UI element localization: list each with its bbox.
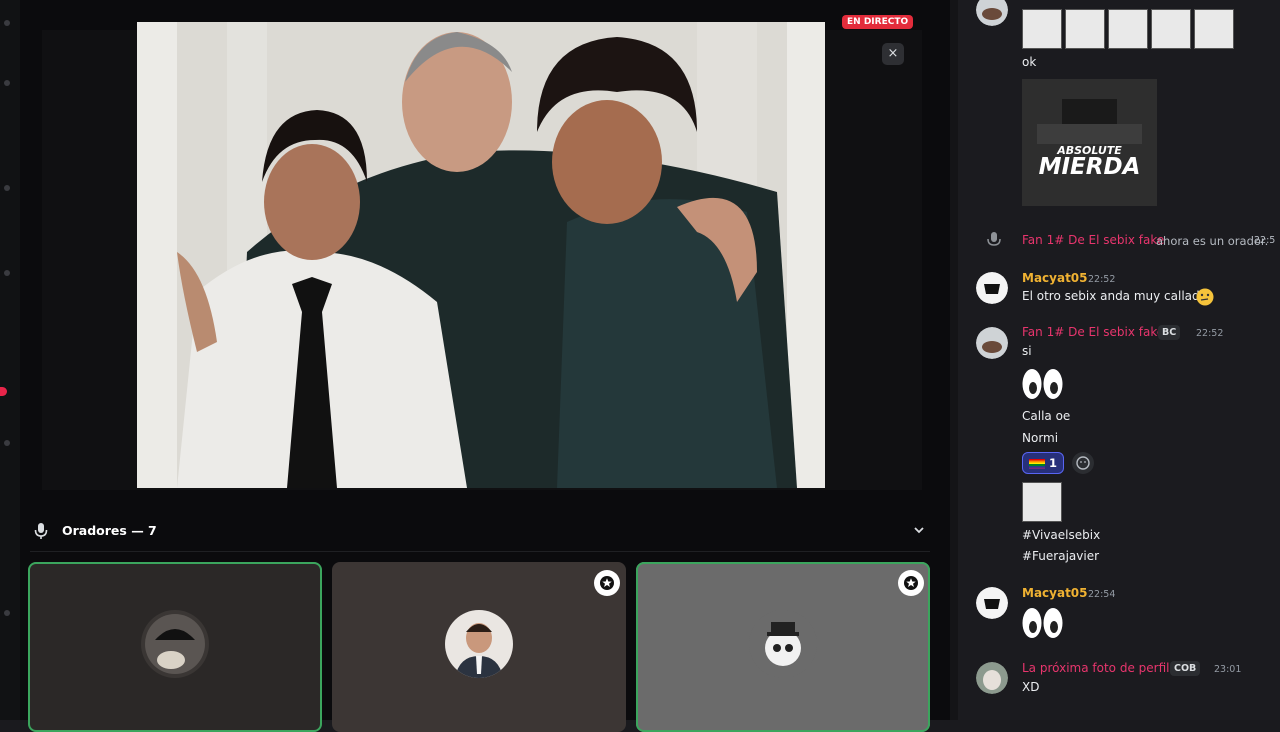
sticker-thumbnail[interactable] (1022, 9, 1062, 49)
sticker-art (1022, 79, 1157, 206)
system-username[interactable]: Fan 1# De El sebix fake (1022, 233, 1164, 247)
speaker-tile[interactable] (332, 562, 626, 732)
microphone-add-icon (986, 231, 1002, 253)
speaker-tile[interactable] (636, 562, 930, 732)
sticker-image[interactable]: ABSOLUTE MIERDA (1022, 79, 1157, 206)
reaction-count: 1 (1049, 456, 1058, 470)
close-video-button[interactable]: × (882, 43, 904, 65)
timestamp: 22:5 (1254, 235, 1276, 246)
message-text: Normi (1022, 431, 1059, 445)
rail-indicator (4, 185, 10, 191)
message-username[interactable]: La próxima foto de perfil (1022, 661, 1169, 675)
avatar[interactable] (976, 662, 1008, 694)
sticker-caption: ABSOLUTE MIERDA (1038, 144, 1141, 180)
sticker-thumbnail[interactable] (1022, 482, 1062, 522)
panel-divider (950, 0, 958, 720)
live-badge: EN DIRECTO (842, 15, 914, 29)
timestamp: 22:52 (1196, 328, 1224, 339)
sticker-thumbnail[interactable] (1108, 9, 1148, 49)
avatar[interactable] (976, 0, 1008, 26)
sticker-thumbnail[interactable] (1194, 9, 1234, 49)
message-text: si (1022, 344, 1032, 358)
moderator-icon (594, 570, 620, 596)
notification-pill (0, 387, 7, 396)
microphone-icon (34, 522, 48, 544)
chevron-down-icon[interactable] (912, 522, 926, 541)
avatar (749, 610, 817, 678)
timestamp: 22:54 (1088, 589, 1116, 600)
message-text: #Fuerajavier (1022, 549, 1100, 563)
eyes-emoji-icon (1022, 606, 1064, 644)
avatar (141, 610, 209, 678)
avatar[interactable] (976, 272, 1008, 304)
rail-indicator (4, 20, 10, 26)
message-username[interactable]: Macyat05 (1022, 586, 1088, 600)
message-username[interactable]: Macyat05 (1022, 271, 1088, 285)
add-reaction-button[interactable] (1072, 452, 1094, 474)
moderator-icon (898, 570, 924, 596)
divider (30, 551, 930, 552)
reaction-pill[interactable]: 1 (1022, 452, 1065, 474)
shared-photo (137, 22, 825, 488)
eyes-emoji-icon (1022, 367, 1064, 405)
speakers-title: Oradores — 7 (62, 523, 157, 538)
thinking-face-icon (1196, 288, 1214, 310)
rail-indicator (4, 610, 10, 616)
message-text: Calla oe (1022, 409, 1071, 423)
guild-tag[interactable]: BC (1158, 325, 1181, 340)
speakers-section-header[interactable]: Oradores — 7 (30, 520, 930, 542)
sticker-thumbnail[interactable] (1151, 9, 1191, 49)
screen-share-video[interactable] (137, 22, 825, 488)
chat-panel: ok ABSOLUTE MIERDA Fan 1# De El sebix fa… (958, 0, 1280, 720)
message-text: XD (1022, 680, 1040, 694)
avatar (445, 610, 513, 678)
avatar[interactable] (976, 327, 1008, 359)
message-text: ok (1022, 55, 1037, 69)
guild-tag[interactable]: COB (1170, 661, 1201, 676)
rail-indicator (4, 270, 10, 276)
sticker-thumbnail[interactable] (1065, 9, 1105, 49)
speaker-tile[interactable] (28, 562, 322, 732)
rail-indicator (4, 80, 10, 86)
message-username[interactable]: Fan 1# De El sebix fake (1022, 325, 1164, 339)
rainbow-flag-icon (1029, 458, 1045, 469)
rail-indicator (4, 440, 10, 446)
message-text: El otro sebix anda muy callado (1022, 289, 1207, 303)
server-rail (0, 0, 20, 720)
avatar[interactable] (976, 587, 1008, 619)
timestamp: 23:01 (1214, 664, 1242, 675)
timestamp: 22:52 (1088, 274, 1116, 285)
system-message: ahora es un orador. (1156, 234, 1269, 248)
message-text: #Vivaelsebix (1022, 528, 1101, 542)
